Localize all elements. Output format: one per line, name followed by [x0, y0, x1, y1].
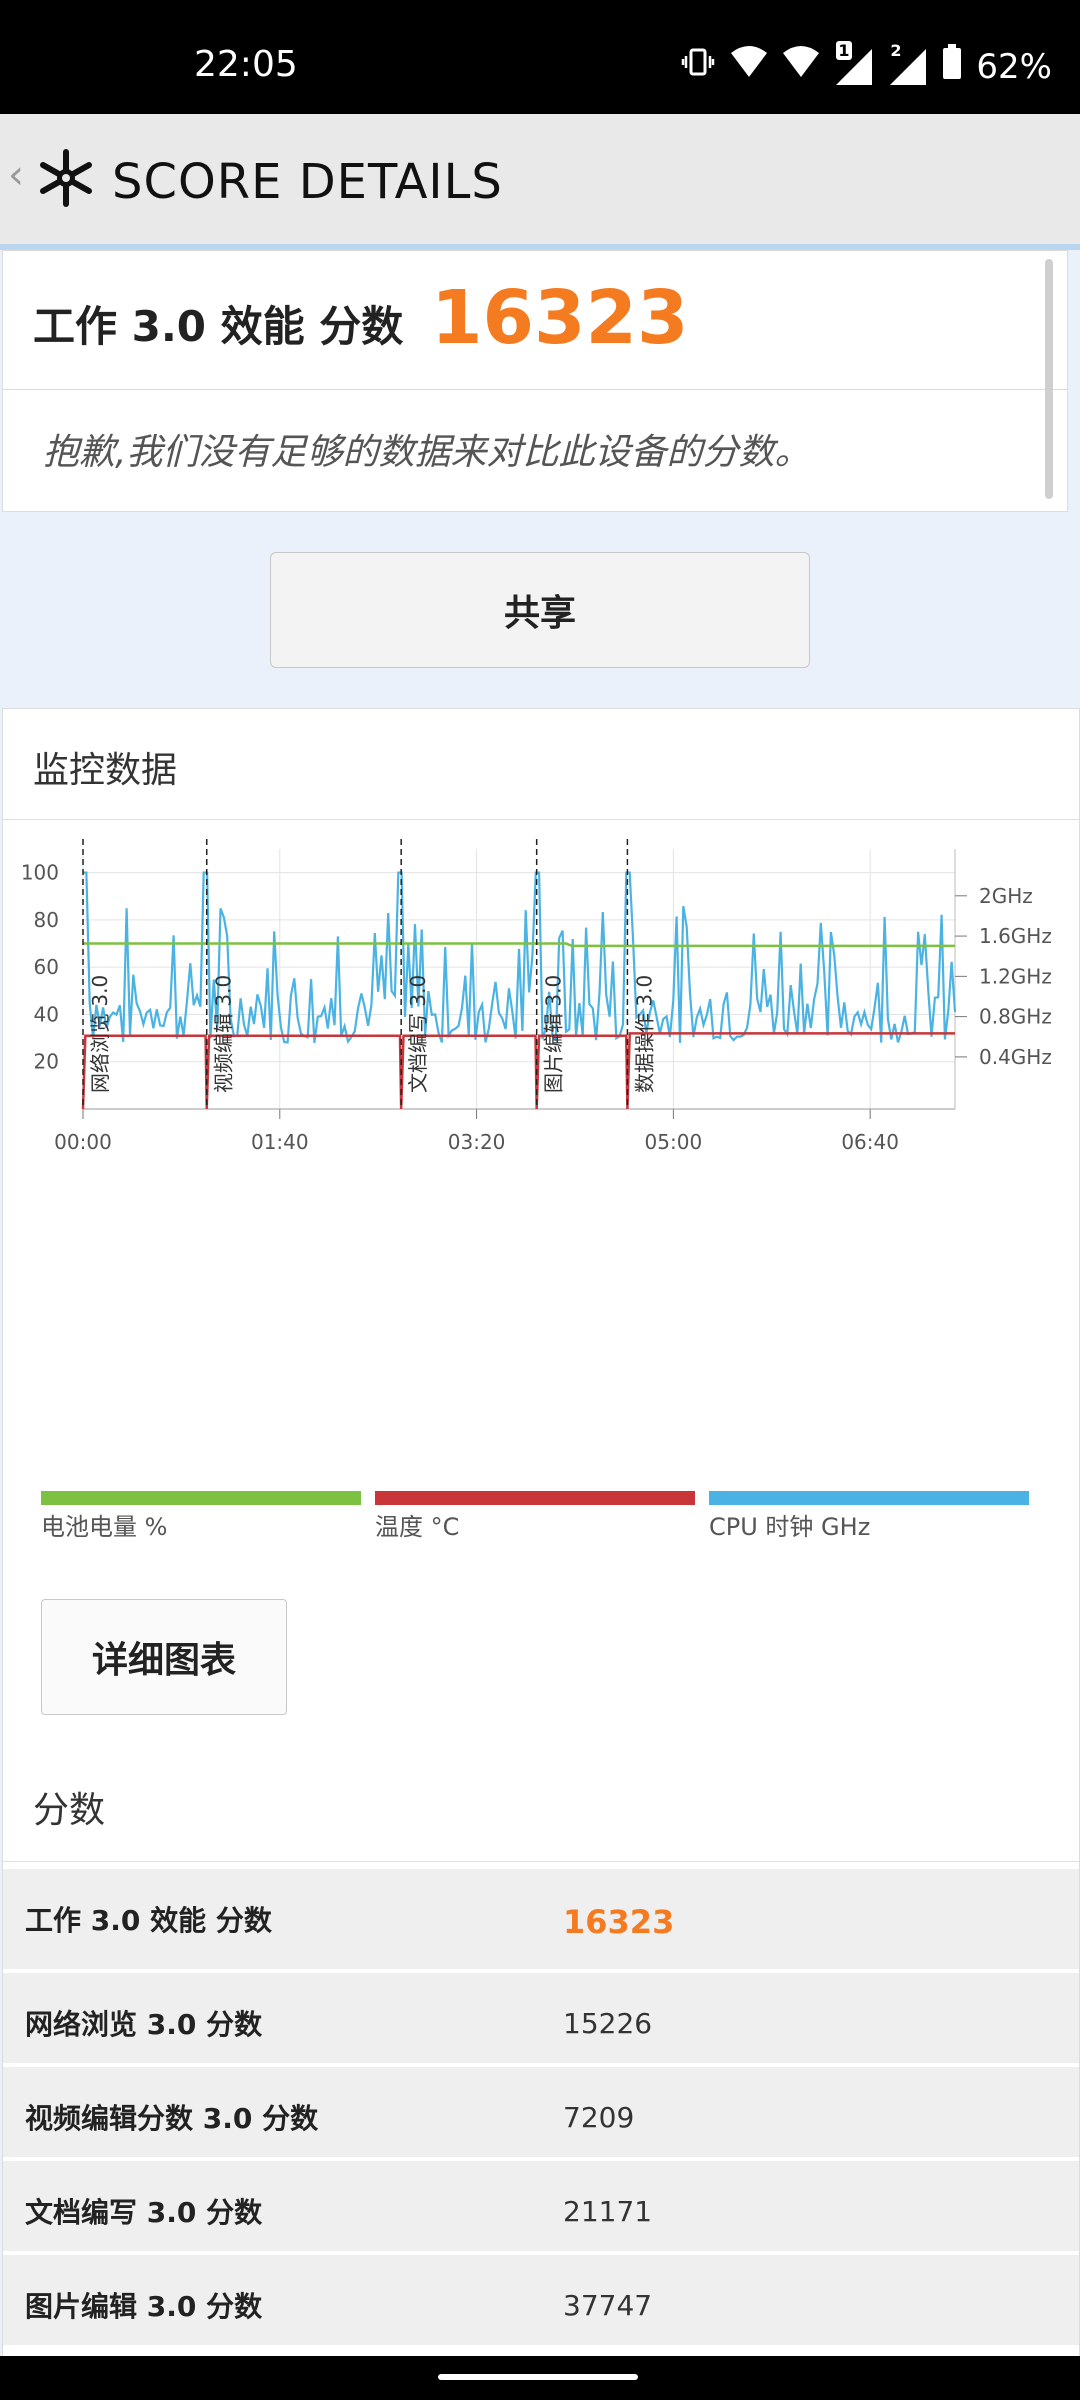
y-tick-label: 100	[21, 861, 59, 885]
segment-label: 文档编写 3.0	[406, 975, 430, 1093]
battery-icon	[942, 44, 962, 89]
series-battery-line	[83, 942, 955, 948]
legend-battery-label: 电池电量 %	[41, 1513, 168, 1541]
scores-title: 分数	[33, 1790, 106, 1831]
table-row: 工作 3.0 效能 分数 16323	[3, 1869, 1079, 1973]
monitor-chart: 20 40 60 80 100 00:00 01:40 03:20 05:00 06:40 0.4G…	[21, 839, 1052, 1154]
wifi-icon-secondary	[782, 45, 820, 88]
segment-label: 数据操作 3.0	[632, 975, 656, 1093]
scores-table: 工作 3.0 效能 分数 16323 网络浏览 3.0 分数 15226 视频编…	[3, 1869, 1079, 2349]
right-tick-label: 2GHz	[979, 884, 1033, 908]
right-tick-label: 0.4GHz	[979, 1045, 1052, 1069]
right-tick-label: 1.6GHz	[979, 924, 1052, 948]
x-tick-label: 03:20	[448, 1130, 506, 1154]
legend-cpu: CPU 时钟 GHz	[709, 1491, 1029, 1542]
x-tick-label: 01:40	[251, 1130, 309, 1154]
y-tick-label: 40	[34, 1002, 59, 1026]
table-row: 视频编辑分数 3.0 分数 7209	[3, 2067, 1079, 2161]
legend-cpu-swatch	[709, 1491, 1029, 1505]
signal-sim2-icon: 2	[888, 41, 928, 87]
legend-temperature-swatch	[375, 1491, 695, 1505]
score-name: 文档编写 3.0 分数	[25, 2196, 263, 2229]
wifi-icon	[730, 45, 768, 88]
monitor-title: 监控数据	[33, 750, 178, 791]
vibrate-icon	[680, 44, 716, 89]
legend-battery: 电池电量 %	[41, 1491, 361, 1542]
legend-temperature-label: 温度 °C	[375, 1513, 460, 1541]
status-icons: 1 2 62%	[680, 40, 1052, 89]
score-value: 16323	[431, 275, 689, 361]
score-value: 21171	[563, 2195, 653, 2228]
segment-label: 网络浏览 3.0	[88, 975, 112, 1093]
score-value: 37747	[563, 2289, 653, 2322]
right-tick-label: 1.2GHz	[979, 964, 1052, 988]
page-title: SCORE DETAILS	[112, 154, 503, 210]
home-gesture-handle[interactable]	[438, 2374, 638, 2380]
navigation-bar	[0, 2356, 1080, 2400]
app-bar: ‹ SCORE DETAILS	[0, 114, 1080, 250]
monitor-card: 监控数据 20 40 60 80 100 00:00 01:40 03:20 05:00 06:4…	[2, 708, 1080, 2360]
score-name: 视频编辑分数 3.0 分数	[25, 2102, 319, 2135]
detail-chart-button[interactable]: 详细图表	[41, 1599, 287, 1715]
chart-legend: 电池电量 % 温度 °C CPU 时钟 GHz	[41, 1491, 1041, 1551]
table-row: 网络浏览 3.0 分数 15226	[3, 1973, 1079, 2067]
segment-label: 视频编辑 3.0	[212, 975, 236, 1093]
legend-temperature: 温度 °C	[375, 1491, 695, 1542]
y-tick-label: 60	[34, 955, 59, 979]
legend-cpu-label: CPU 时钟 GHz	[709, 1513, 871, 1541]
y-tick-label: 80	[34, 908, 59, 932]
score-value: 7209	[563, 2101, 635, 2134]
score-name: 网络浏览 3.0 分数	[25, 2008, 263, 2041]
divider	[3, 389, 1067, 390]
score-title: 工作 3.0 效能 分数	[33, 302, 404, 351]
y-tick-label: 20	[34, 1050, 59, 1074]
signal-sim1-icon: 1	[834, 40, 874, 87]
score-name: 图片编辑 3.0 分数	[25, 2290, 263, 2323]
segment-label: 图片编辑 3.0	[542, 975, 566, 1093]
table-row: 文档编写 3.0 分数 21171	[3, 2161, 1079, 2255]
x-tick-label: 00:00	[54, 1130, 112, 1154]
right-tick-label: 0.8GHz	[979, 1005, 1052, 1029]
snowflake-logo-icon	[36, 148, 96, 208]
share-button[interactable]: 共享	[270, 552, 810, 668]
status-bar: 22:05 1 2 62%	[0, 0, 1080, 114]
x-tick-label: 05:00	[645, 1130, 703, 1154]
table-row: 图片编辑 3.0 分数 37747	[3, 2255, 1079, 2349]
scrollbar[interactable]	[1045, 259, 1053, 499]
score-value: 15226	[563, 2007, 653, 2040]
score-value: 16323	[563, 1903, 675, 1941]
divider	[3, 1861, 1079, 1862]
back-button[interactable]: ‹	[8, 152, 24, 198]
legend-battery-swatch	[41, 1491, 361, 1505]
score-note: 抱歉,我们没有足够的数据来对比此设备的分数。	[43, 432, 811, 473]
score-name: 工作 3.0 效能 分数	[25, 1904, 272, 1937]
x-tick-label: 06:40	[841, 1130, 899, 1154]
score-card: 工作 3.0 效能 分数 16323 抱歉,我们没有足够的数据来对比此设备的分数…	[2, 250, 1068, 512]
battery-percent: 62%	[976, 46, 1052, 87]
status-time: 22:05	[194, 44, 298, 85]
